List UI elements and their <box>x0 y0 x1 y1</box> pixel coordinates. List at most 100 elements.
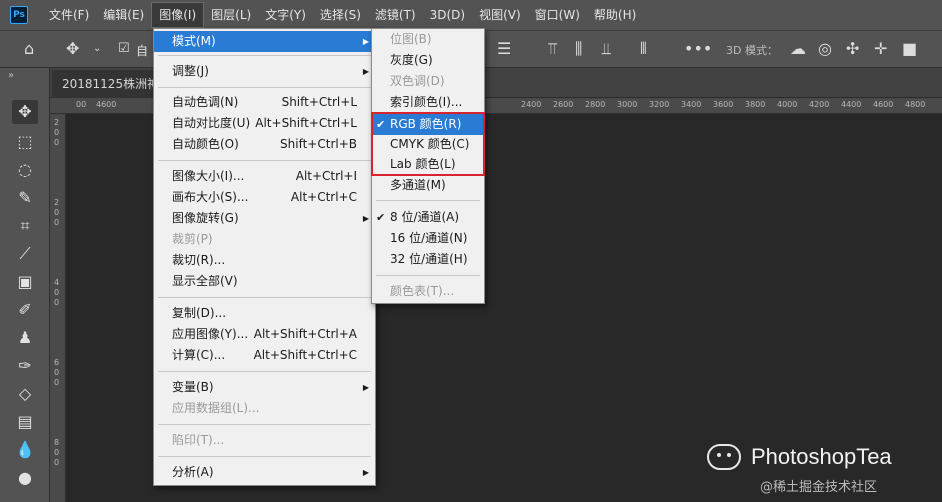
menu-select[interactable]: 选择(S) <box>313 0 368 30</box>
mode-item-color-table[interactable]: 颜色表(T)... <box>372 281 484 302</box>
auto-select-label: 自 <box>136 44 149 58</box>
clone-stamp-tool-icon[interactable]: ♟ <box>12 326 38 350</box>
distribute-icon[interactable]: ⫴ <box>640 39 647 59</box>
menu-item-label: 分析(A) <box>172 465 214 479</box>
more-options-icon[interactable]: ••• <box>684 39 712 59</box>
menu-file[interactable]: 文件(F) <box>42 0 96 30</box>
menu-edit[interactable]: 编辑(E) <box>96 0 151 30</box>
3d-mode-label: 3D 模式： <box>726 44 778 57</box>
dodge-tool-icon[interactable]: ● <box>12 466 38 490</box>
menu-window[interactable]: 窗口(W) <box>528 0 587 30</box>
crop-tool-icon[interactable]: ⌗ <box>12 214 38 238</box>
3d-orbit-icon[interactable]: ☁ <box>790 39 806 59</box>
mode-item-32-bit[interactable]: 32 位/通道(H) <box>372 249 484 270</box>
menu-item-label: 画布大小(S)... <box>172 190 249 204</box>
mode-item-rgb-color[interactable]: ✔ RGB 颜色(R) <box>372 114 484 135</box>
blur-tool-icon[interactable]: 💧 <box>12 438 38 462</box>
separator <box>158 424 371 425</box>
auto-select-checkbox[interactable]: ☑ <box>118 39 130 59</box>
home-icon[interactable]: ⌂ <box>24 39 34 59</box>
separator <box>158 371 371 372</box>
history-brush-tool-icon[interactable]: ✑ <box>12 354 38 378</box>
submenu-arrow-icon: ▶ <box>362 383 369 392</box>
menu-item-label: 图像大小(I)... <box>172 169 245 183</box>
align-bottom-icon[interactable]: ⫫ <box>602 39 611 59</box>
menu-type[interactable]: 文字(Y) <box>258 0 313 30</box>
menu-item-canvas-size[interactable]: 画布大小(S)... Alt+Ctrl+C <box>154 187 375 208</box>
lasso-tool-icon[interactable]: ◌ <box>12 158 38 182</box>
ruler-tick: 4 <box>54 278 60 287</box>
3d-roll-icon[interactable]: ◎ <box>818 39 832 59</box>
menu-help[interactable]: 帮助(H) <box>587 0 643 30</box>
3d-camera-icon[interactable]: ■ <box>902 39 917 59</box>
menu-item-image-rotation[interactable]: 图像旋转(G) ▶ <box>154 208 375 229</box>
submenu-arrow-icon: ▶ <box>362 67 369 76</box>
chevron-down-icon[interactable]: ⌄ <box>93 39 101 59</box>
move-tool-icon[interactable]: ✥ <box>66 39 79 59</box>
eyedropper-tool-icon[interactable]: ⟋ <box>12 242 38 266</box>
menu-item-label: 8 位/通道(A) <box>390 210 460 224</box>
menu-3d[interactable]: 3D(D) <box>423 0 472 30</box>
menu-item-calculations[interactable]: 计算(C)... Alt+Shift+Ctrl+C <box>154 345 375 366</box>
menu-item-duplicate[interactable]: 复制(D)... <box>154 303 375 324</box>
quick-select-tool-icon[interactable]: ✎ <box>12 186 38 210</box>
healing-brush-tool-icon[interactable]: ▣ <box>12 270 38 294</box>
mode-item-multichannel[interactable]: 多通道(M) <box>372 175 484 196</box>
menu-item-label: 应用数据组(L)... <box>172 401 260 415</box>
menu-item-trap[interactable]: 陷印(T)... <box>154 430 375 451</box>
menu-item-crop[interactable]: 裁剪(P) <box>154 229 375 250</box>
menu-item-label: 颜色表(T)... <box>390 284 455 298</box>
brush-tool-icon[interactable]: ✐ <box>12 298 38 322</box>
3d-pan-icon[interactable]: ✣ <box>846 39 859 59</box>
vertical-ruler: 2 0 0 2 0 0 4 0 0 6 0 0 8 0 0 <box>50 114 66 502</box>
submenu-arrow-icon: ▶ <box>362 214 369 223</box>
collapse-toolbar-icon[interactable]: » <box>8 70 14 81</box>
ruler-tick: 4400 <box>841 100 862 109</box>
mode-item-8-bit[interactable]: ✔ 8 位/通道(A) <box>372 207 484 228</box>
ruler-tick: 2800 <box>585 100 606 109</box>
mode-item-grayscale[interactable]: 灰度(G) <box>372 50 484 71</box>
menu-item-label: 位图(B) <box>390 32 432 46</box>
align-vcenter-icon[interactable]: ⫼ <box>575 39 582 59</box>
mode-item-lab-color[interactable]: Lab 颜色(L) <box>372 154 484 175</box>
ruler-tick: 0 <box>54 208 60 217</box>
align-center-icon[interactable]: ☰ <box>497 39 511 59</box>
menu-view[interactable]: 视图(V) <box>472 0 528 30</box>
menu-item-variables[interactable]: 变量(B) ▶ <box>154 377 375 398</box>
gradient-tool-icon[interactable]: ▤ <box>12 410 38 434</box>
menu-item-apply-data-set[interactable]: 应用数据组(L)... <box>154 398 375 419</box>
ruler-tick: 3400 <box>681 100 702 109</box>
menu-layer[interactable]: 图层(L) <box>204 0 258 30</box>
marquee-tool-icon[interactable]: ⬚ <box>12 130 38 154</box>
mode-item-16-bit[interactable]: 16 位/通道(N) <box>372 228 484 249</box>
menu-item-label: 调整(J) <box>172 64 209 78</box>
menu-item-label: 裁剪(P) <box>172 232 213 246</box>
mode-item-cmyk-color[interactable]: CMYK 颜色(C) <box>372 134 484 155</box>
menu-item-auto-color[interactable]: 自动颜色(O) Shift+Ctrl+B <box>154 134 375 155</box>
menu-item-analysis[interactable]: 分析(A) ▶ <box>154 462 375 483</box>
menu-image[interactable]: 图像(I) <box>151 2 205 28</box>
menu-item-adjustments[interactable]: 调整(J) ▶ <box>154 61 375 82</box>
mode-item-duotone[interactable]: 双色调(D) <box>372 71 484 92</box>
menu-item-label: 裁切(R)... <box>172 253 226 267</box>
mode-item-bitmap[interactable]: 位图(B) <box>372 29 484 50</box>
3d-slide-icon[interactable]: ✛ <box>874 39 887 59</box>
menu-item-reveal-all[interactable]: 显示全部(V) <box>154 271 375 292</box>
menu-item-auto-contrast[interactable]: 自动对比度(U) Alt+Shift+Ctrl+L <box>154 113 375 134</box>
ruler-tick: 6 <box>54 358 60 367</box>
move-tool-icon[interactable]: ✥ <box>12 100 38 124</box>
menu-item-mode[interactable]: 模式(M) ▶ <box>154 31 375 52</box>
menu-item-auto-tone[interactable]: 自动色调(N) Shift+Ctrl+L <box>154 92 375 113</box>
menu-item-image-size[interactable]: 图像大小(I)... Alt+Ctrl+I <box>154 166 375 187</box>
ruler-tick: 3800 <box>745 100 766 109</box>
menu-item-apply-image[interactable]: 应用图像(Y)... Alt+Shift+Ctrl+A <box>154 324 375 345</box>
mode-item-indexed-color[interactable]: 索引颜色(I)... <box>372 92 484 113</box>
align-top-icon[interactable]: ⫪ <box>548 39 557 59</box>
ruler-tick: 2600 <box>553 100 574 109</box>
menu-item-trim[interactable]: 裁切(R)... <box>154 250 375 271</box>
menu-filter[interactable]: 滤镜(T) <box>368 0 423 30</box>
ruler-tick: 2400 <box>521 100 542 109</box>
eraser-tool-icon[interactable]: ◇ <box>12 382 38 406</box>
separator <box>158 55 371 56</box>
document-tab[interactable]: 20181125株洲神 <box>52 70 170 98</box>
